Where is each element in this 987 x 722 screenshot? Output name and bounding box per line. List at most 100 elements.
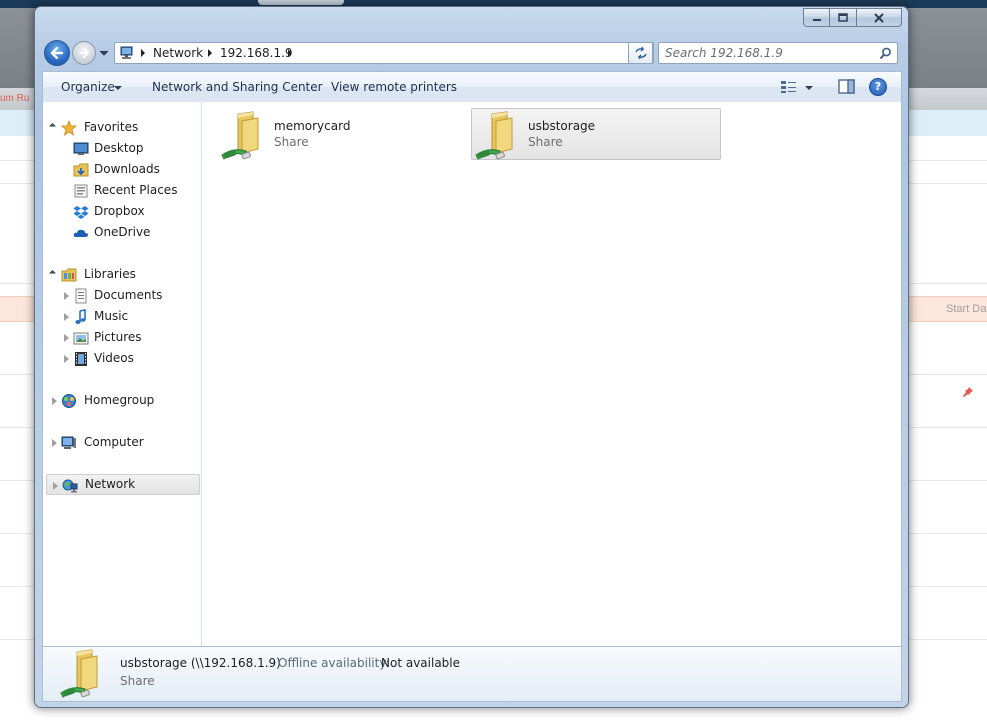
breadcrumb-ip[interactable]: 192.168.1.9 [220, 46, 293, 60]
refresh-button[interactable] [628, 42, 653, 64]
collapse-arrow-icon[interactable] [48, 269, 57, 278]
breadcrumb-separator[interactable] [141, 49, 145, 57]
details-offline-label: Offline availability: [278, 656, 390, 670]
videos-filmstrip-icon [75, 352, 87, 366]
share-item-type: Share [528, 135, 563, 149]
nav-item-label: Recent Places [94, 183, 178, 197]
computer-icon [61, 436, 76, 449]
nav-item-label: Desktop [94, 141, 144, 155]
nav-item-label: Videos [94, 351, 134, 365]
network-globe-icon [62, 479, 78, 493]
nav-item-pictures[interactable]: Pictures [43, 327, 201, 348]
nav-item-music[interactable]: Music [43, 306, 201, 327]
nav-item-desktop[interactable]: Desktop [43, 138, 201, 159]
nav-libraries-label: Libraries [84, 267, 136, 281]
expand-arrow-icon[interactable] [64, 313, 69, 321]
network-location-icon [120, 46, 133, 59]
libraries-icon [61, 268, 77, 282]
back-button[interactable] [44, 40, 70, 66]
help-button[interactable]: ? [869, 78, 887, 96]
close-icon [874, 12, 884, 23]
nav-homegroup-label: Homegroup [84, 393, 155, 407]
share-item-usbstorage[interactable]: usbstorage Share [471, 108, 721, 160]
shared-folder-icon [221, 111, 259, 160]
forward-arrow-icon [79, 48, 89, 58]
nav-item-recent-places[interactable]: Recent Places [43, 180, 201, 201]
dropbox-icon [73, 206, 89, 219]
expand-arrow-icon[interactable] [52, 439, 57, 447]
breadcrumb-separator[interactable] [288, 49, 292, 57]
nav-homegroup[interactable]: Homegroup [43, 390, 201, 411]
breadcrumb-separator[interactable] [208, 49, 212, 57]
change-view-icon[interactable] [780, 80, 798, 94]
pin-icon[interactable] [962, 386, 974, 398]
expand-arrow-icon[interactable] [53, 482, 58, 490]
nav-item-label: Music [94, 309, 129, 323]
nav-item-documents[interactable]: Documents [43, 285, 201, 306]
expand-arrow-icon[interactable] [64, 355, 69, 363]
onedrive-cloud-icon [73, 229, 88, 237]
search-input[interactable] [665, 45, 865, 61]
nav-item-label: Documents [94, 288, 163, 302]
nav-computer[interactable]: Computer [43, 432, 201, 453]
desktop-icon [73, 142, 89, 155]
address-bar[interactable]: Network 192.168.1.9 [114, 42, 654, 64]
nav-item-label: OneDrive [94, 225, 151, 239]
nav-computer-label: Computer [84, 435, 144, 449]
nav-item-onedrive[interactable]: OneDrive [43, 222, 201, 243]
pictures-icon [73, 332, 89, 345]
explorer-window: Network 192.168.1.9 Organize Network and… [34, 6, 909, 708]
downloads-folder-icon [73, 163, 89, 177]
command-bar: Organize Network and Sharing Center View… [42, 71, 902, 102]
expand-arrow-icon[interactable] [52, 397, 57, 405]
nav-item-dropbox[interactable]: Dropbox [43, 201, 201, 222]
share-item-memorycard[interactable]: memorycard Share [218, 109, 468, 161]
nav-item-videos[interactable]: Videos [43, 348, 201, 369]
details-item-name: usbstorage (\\192.168.1.9) [120, 656, 281, 670]
maximize-button[interactable] [830, 8, 857, 27]
documents-icon [75, 288, 87, 304]
details-offline-value: Not available [381, 656, 461, 670]
share-item-type: Share [274, 135, 309, 149]
collapse-arrow-icon[interactable] [48, 122, 57, 131]
nav-network[interactable]: Network [46, 474, 200, 495]
details-pane: usbstorage (\\192.168.1.9) Offline avail… [42, 646, 902, 702]
organize-button[interactable]: Organize [61, 80, 115, 94]
view-remote-printers-button[interactable]: View remote printers [331, 80, 457, 94]
breadcrumb-network[interactable]: Network [153, 46, 203, 60]
content-pane: memorycard Share usbstorage Share [202, 102, 902, 646]
nav-item-label: Dropbox [94, 204, 145, 218]
back-arrow-icon [50, 47, 64, 59]
expand-arrow-icon[interactable] [64, 334, 69, 342]
preview-pane-icon[interactable] [838, 79, 855, 94]
recent-pages-dropdown[interactable] [99, 49, 109, 57]
recent-places-icon [74, 184, 88, 198]
maximize-icon [838, 13, 848, 22]
background-tab [258, 0, 344, 5]
music-note-icon [75, 309, 86, 324]
navigation-pane: Favorites Desktop Downloads Recent Place… [42, 102, 202, 646]
search-icon[interactable] [879, 47, 892, 60]
refresh-icon [634, 47, 647, 59]
shared-folder-icon [475, 111, 513, 160]
background-nav-strip-text: um Ru [0, 93, 30, 104]
nav-item-downloads[interactable]: Downloads [43, 159, 201, 180]
view-options-caret-icon[interactable] [805, 86, 813, 90]
minimize-icon [812, 18, 821, 21]
nav-favorites[interactable]: Favorites [43, 117, 201, 138]
expand-arrow-icon[interactable] [64, 292, 69, 300]
forward-button[interactable] [72, 41, 96, 65]
share-item-name: memorycard [274, 119, 351, 133]
nav-network-label: Network [85, 477, 136, 491]
nav-libraries[interactable]: Libraries [43, 264, 201, 285]
nav-item-label: Pictures [94, 330, 142, 344]
nav-item-label: Downloads [94, 162, 160, 176]
search-box[interactable] [658, 42, 898, 64]
minimize-button[interactable] [803, 8, 830, 27]
network-sharing-center-button[interactable]: Network and Sharing Center [152, 80, 323, 94]
close-button[interactable] [857, 8, 902, 27]
organize-caret-icon [114, 86, 122, 90]
share-item-name: usbstorage [528, 119, 596, 133]
details-item-type: Share [120, 674, 155, 688]
caption-buttons [803, 8, 902, 27]
